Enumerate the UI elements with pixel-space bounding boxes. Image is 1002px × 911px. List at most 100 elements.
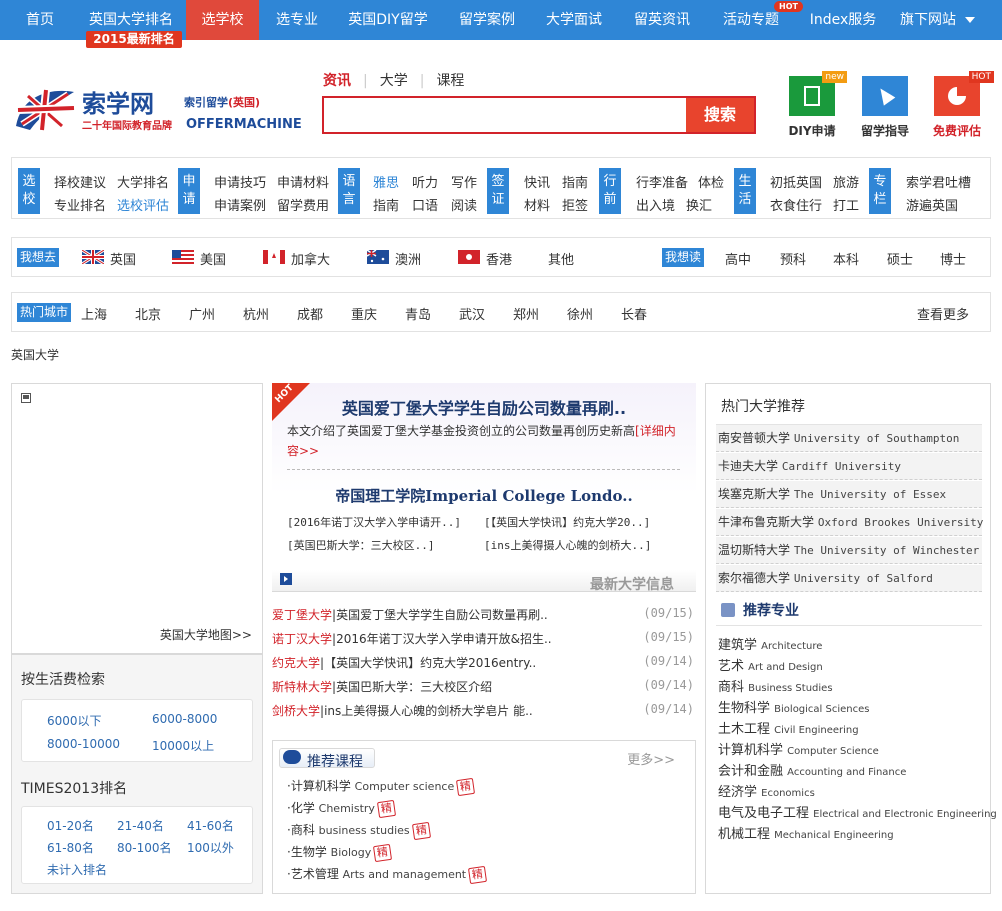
nav-home[interactable]: 首页: [10, 0, 70, 40]
featured-headline[interactable]: 英国爱丁堡大学学生自励公司数量再刷..: [272, 395, 696, 419]
nav-news[interactable]: 留英资讯: [624, 0, 700, 40]
sub-news-link[interactable]: [【英国大学快讯】约克大学20..]: [484, 514, 650, 530]
ranking-2015-badge[interactable]: 2015最新排名: [86, 31, 182, 48]
cat-link[interactable]: 听力: [412, 172, 438, 191]
hot-university-item[interactable]: 索尔福德大学 University of Salford: [716, 565, 982, 592]
cat-link[interactable]: 留学费用: [277, 195, 329, 214]
city-link[interactable]: 武汉: [459, 304, 485, 323]
cat-link[interactable]: 申请案例: [214, 195, 266, 214]
cat-link[interactable]: 初抵英国: [770, 172, 822, 191]
cat-link[interactable]: 拒签: [562, 195, 588, 214]
hot-university-item[interactable]: 南安普顿大学 University of Southampton: [716, 425, 982, 452]
country-uk[interactable]: 英国: [110, 249, 136, 268]
cat-link[interactable]: 申请技巧: [214, 172, 266, 191]
major-item[interactable]: 机械工程 Mechanical Engineering: [718, 823, 894, 842]
cat-link[interactable]: 阅读: [451, 195, 477, 214]
hot-university-item[interactable]: 牛津布鲁克斯大学 Oxford Brookes University: [716, 509, 983, 536]
city-link[interactable]: 青岛: [405, 304, 431, 323]
search-input[interactable]: [324, 98, 686, 132]
cat-link[interactable]: 雅思: [373, 172, 399, 191]
cat-link[interactable]: 材料: [524, 195, 550, 214]
cat-link[interactable]: 行李准备: [636, 172, 688, 191]
hot-university-item[interactable]: 温切斯特大学 The University of Winchester: [716, 537, 982, 564]
news-row[interactable]: 剑桥大学|ins上美得摄人心魄的剑桥大学皂片 能.. (09/14): [272, 702, 696, 722]
times-rank-link[interactable]: 100以外: [187, 839, 234, 856]
search-tab-university[interactable]: 大学: [380, 70, 408, 90]
news-row[interactable]: 诺丁汉大学|2016年诺丁汉大学入学申请开放&招生.. (09/15): [272, 630, 696, 650]
cat-link[interactable]: 口语: [412, 195, 438, 214]
times-rank-link[interactable]: 01-20名: [47, 817, 94, 834]
country-us[interactable]: 美国: [200, 249, 226, 268]
cat-link[interactable]: 索学君吐槽: [906, 172, 971, 191]
city-link[interactable]: 成都: [297, 304, 323, 323]
city-link[interactable]: 长春: [621, 304, 647, 323]
living-cost-link[interactable]: 10000以上: [152, 737, 214, 754]
cat-link[interactable]: 换汇: [686, 195, 712, 214]
news-row[interactable]: 约克大学|【英国大学快讯】约克大学2016entry.. (09/14): [272, 654, 696, 674]
free-assessment-button[interactable]: HOT 免费评估: [927, 71, 994, 139]
city-link[interactable]: 杭州: [243, 304, 269, 323]
news-row[interactable]: 爱丁堡大学|英国爱丁堡大学学生自励公司数量再刷.. (09/15): [272, 606, 696, 626]
cat-link[interactable]: 体检: [698, 172, 724, 191]
times-rank-link[interactable]: 21-40名: [117, 817, 164, 834]
cat-link[interactable]: 写作: [451, 172, 477, 191]
hot-university-item[interactable]: 埃塞克斯大学 The University of Essex: [716, 481, 982, 508]
level-master[interactable]: 硕士: [887, 249, 913, 268]
country-other[interactable]: 其他: [548, 249, 574, 268]
course-item[interactable]: ·艺术管理 Arts and management 精: [287, 865, 488, 885]
city-link[interactable]: 郑州: [513, 304, 539, 323]
living-cost-link[interactable]: 8000-10000: [47, 737, 120, 751]
times-rank-link[interactable]: 41-60名: [187, 817, 234, 834]
major-item[interactable]: 建筑学 Architecture: [718, 634, 822, 653]
nav-sites[interactable]: 旗下网站: [896, 0, 960, 40]
level-bachelor[interactable]: 本科: [833, 249, 859, 268]
country-australia[interactable]: 澳洲: [395, 249, 421, 268]
country-canada[interactable]: 加拿大: [291, 249, 330, 268]
cat-link[interactable]: 出入境: [636, 195, 675, 214]
uk-map-panel[interactable]: 英国大学地图>>: [11, 383, 263, 654]
nav-diy[interactable]: 英国DIY留学: [340, 0, 436, 40]
sub-news-link[interactable]: [2016年诺丁汉大学入学申请开..]: [287, 514, 461, 530]
cat-link[interactable]: 快讯: [524, 172, 550, 191]
secondary-headline[interactable]: 帝国理工学院Imperial College Londo..: [272, 485, 696, 506]
uk-map-link[interactable]: 英国大学地图>>: [160, 626, 252, 643]
major-item[interactable]: 电气及电子工程 Electrical and Electronic Engine…: [718, 802, 997, 821]
nav-index[interactable]: Index服务: [804, 0, 882, 40]
cat-link[interactable]: 衣食住行: [770, 195, 822, 214]
level-foundation[interactable]: 预科: [780, 249, 806, 268]
living-cost-link[interactable]: 6000以下: [47, 712, 102, 729]
city-link[interactable]: 广州: [189, 304, 215, 323]
city-link[interactable]: 徐州: [567, 304, 593, 323]
cat-link[interactable]: 专业排名: [54, 195, 106, 214]
nav-cases[interactable]: 留学案例: [450, 0, 524, 40]
course-item[interactable]: ·化学 Chemistry 精: [287, 799, 396, 819]
search-tab-course[interactable]: 课程: [436, 70, 464, 90]
nav-choose-school[interactable]: 选学校: [186, 0, 259, 40]
cat-link[interactable]: 游遍英国: [906, 195, 958, 214]
cat-link[interactable]: 打工: [833, 195, 859, 214]
site-logo[interactable]: 索学网 索引留学(英国) 二十年国际教育品牌 OFFERMACHINE: [12, 84, 302, 136]
sub-news-link[interactable]: [英国巴斯大学：三大校区..]: [287, 537, 435, 553]
major-item[interactable]: 商科 Business Studies: [718, 676, 833, 695]
times-rank-link[interactable]: 80-100名: [117, 839, 172, 856]
level-phd[interactable]: 博士: [940, 249, 966, 268]
nav-interview[interactable]: 大学面试: [538, 0, 610, 40]
course-item[interactable]: ·生物学 Biology 精: [287, 843, 393, 863]
cat-link[interactable]: 选校评估: [117, 195, 169, 214]
times-rank-link[interactable]: 未计入排名: [47, 861, 107, 878]
search-tab-news[interactable]: 资讯: [323, 70, 351, 90]
course-item[interactable]: ·商科 business studies 精: [287, 821, 431, 841]
major-item[interactable]: 计算机科学 Computer Science: [718, 739, 879, 758]
major-item[interactable]: 生物科学 Biological Sciences: [718, 697, 870, 716]
cat-link[interactable]: 指南: [373, 195, 399, 214]
cat-link[interactable]: 择校建议: [54, 172, 106, 191]
search-button[interactable]: 搜索: [686, 98, 754, 132]
study-guide-button[interactable]: 留学指导: [855, 76, 915, 139]
cat-link[interactable]: 旅游: [833, 172, 859, 191]
diy-apply-button[interactable]: new DIY申请: [782, 71, 847, 139]
major-item[interactable]: 经济学 Economics: [718, 781, 815, 800]
cat-link[interactable]: 指南: [562, 172, 588, 191]
course-item[interactable]: ·计算机科学 Computer science 精: [287, 777, 476, 797]
courses-more-link[interactable]: 更多>>: [627, 749, 675, 768]
times-rank-link[interactable]: 61-80名: [47, 839, 94, 856]
